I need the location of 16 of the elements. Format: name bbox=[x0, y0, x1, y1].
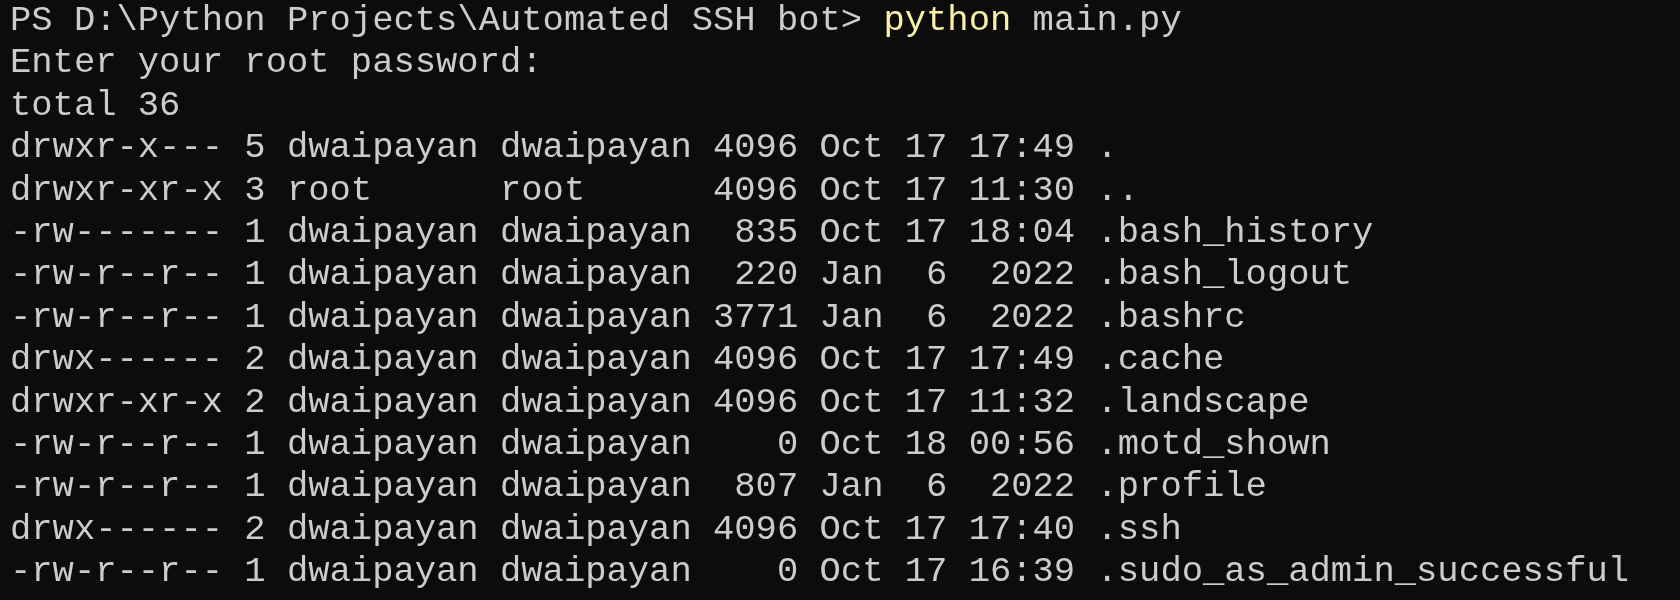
output-line: total 36 bbox=[10, 84, 181, 128]
output-line: drwx------ 2 dwaipayan dwaipayan 4096 Oct 17 17:49 .cache bbox=[10, 339, 1225, 382]
output-line: -rw-r--r-- 1 dwaipayan dwaipayan 220 Jan 6 2022 .bash_logout bbox=[10, 254, 1353, 297]
output-line: drwxr-x--- 5 dwaipayan dwaipayan 4096 Oct 17 17:49 . bbox=[10, 127, 1118, 170]
output-line: -rw-r--r-- 1 dwaipayan dwaipayan 807 Jan 6 2022 .profile bbox=[10, 466, 1267, 509]
output-text: main.py bbox=[1031, 0, 1182, 41]
output-line: drwxr-xr-x 2 dwaipayan dwaipayan 4096 Oct 17 11:32 .landscape bbox=[10, 381, 1310, 424]
output-line: -rw-r--r-- 1 dwaipayan dwaipayan 0 Oct 17 16:39 .sudo_as_admin_successful bbox=[10, 551, 1630, 594]
output-line: Enter your root password: bbox=[10, 42, 543, 85]
output-line: -rw------- 1 dwaipayan dwaipayan 835 Oct 17 18:04 .bash_history bbox=[10, 211, 1374, 255]
prompt-text: PS D:\Python Projects\Automated SSH bot> bbox=[10, 0, 864, 41]
command-text: python bbox=[883, 0, 1012, 41]
output-line: drwxr-xr-x 3 root root 4096 Oct 17 11:30 .. bbox=[10, 169, 1140, 212]
output-line: -rw-r--r-- 1 dwaipayan dwaipayan 0 Oct 18 00:56 .motd_shown bbox=[10, 423, 1331, 467]
output-line: -rw-r--r-- 1 dwaipayan dwaipayan 3771 Jan 6 2022 .bashrc bbox=[10, 296, 1246, 340]
output-line: drwx------ 2 dwaipayan dwaipayan 4096 Oct 17 17:40 .ssh bbox=[10, 508, 1182, 552]
